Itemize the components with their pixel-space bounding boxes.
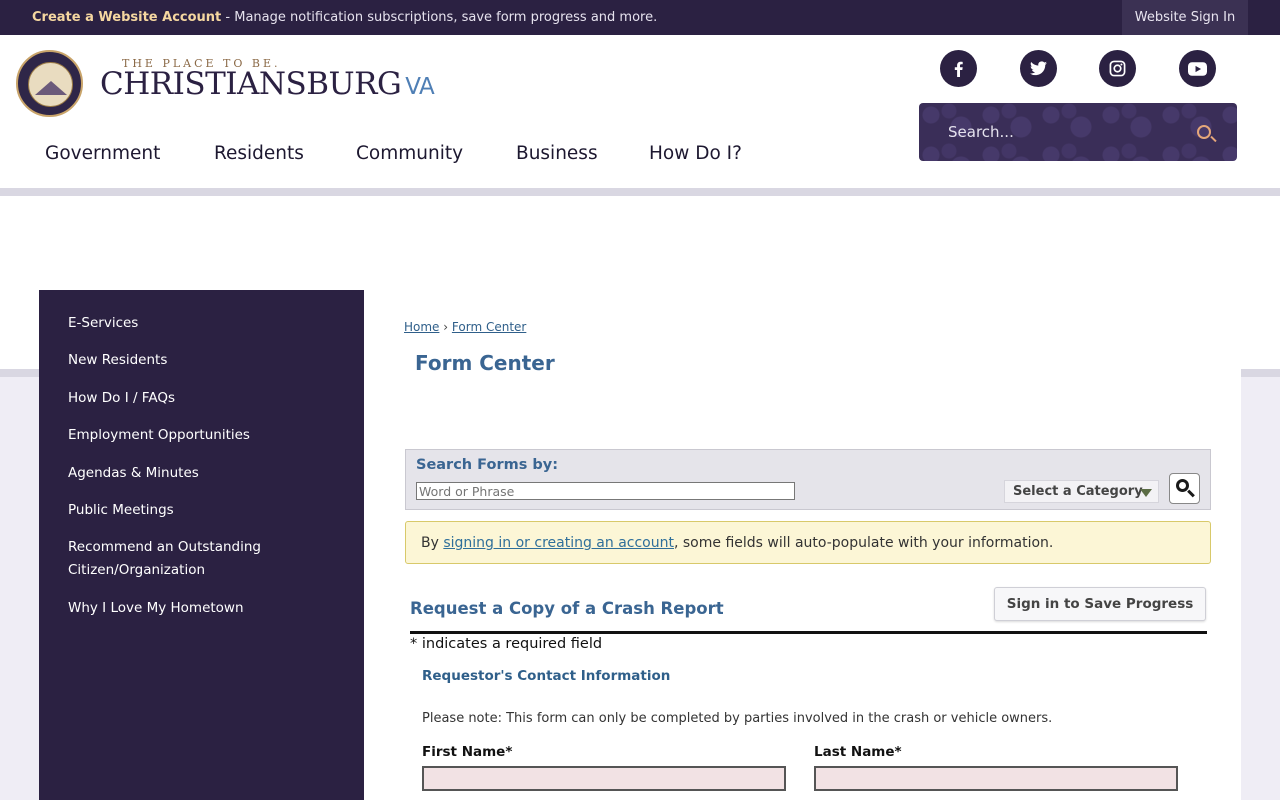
header-divider <box>0 188 1280 196</box>
nav-how-do-i[interactable]: How Do I? <box>649 143 742 164</box>
category-select[interactable]: Select a Category <box>1004 480 1159 503</box>
notice-suffix: , some fields will auto-populate with yo… <box>673 535 1054 551</box>
notice-prefix: By <box>421 535 444 551</box>
section-heading: Requestor's Contact Information <box>422 668 671 684</box>
nav-government[interactable]: Government <box>45 143 160 164</box>
form-note: Please note: This form can only be compl… <box>422 711 1053 726</box>
save-progress-button[interactable]: Sign in to Save Progress <box>994 587 1206 621</box>
twitter-icon[interactable] <box>1020 50 1057 87</box>
content-panel <box>364 369 1241 800</box>
sidebar-item-employment[interactable]: Employment Opportunities <box>68 424 288 447</box>
search-forms-panel: Search Forms by: Select a Category <box>405 449 1211 510</box>
account-message: Create a Website Account - Manage notifi… <box>32 10 657 25</box>
search-icon[interactable] <box>1197 125 1211 139</box>
account-description: - Manage notification subscriptions, sav… <box>221 10 658 25</box>
sidebar-item-recommend-citizen[interactable]: Recommend an Outstanding Citizen/Organiz… <box>68 536 268 582</box>
first-name-field[interactable] <box>422 766 786 791</box>
breadcrumb-separator: › <box>443 320 449 334</box>
site-search-box[interactable]: Search... <box>919 103 1237 161</box>
create-account-link[interactable]: Create a Website Account <box>32 10 221 25</box>
sidebar-item-new-residents[interactable]: New Residents <box>68 349 288 372</box>
breadcrumb: Home › Form Center <box>404 320 526 334</box>
sidebar-item-e-services[interactable]: E-Services <box>68 312 288 335</box>
sign-in-link[interactable]: signing in or creating an account <box>443 535 674 551</box>
sidebar-item-public-meetings[interactable]: Public Meetings <box>68 499 288 522</box>
site-brand[interactable]: CHRISTIANSBURG VA <box>100 66 435 102</box>
last-name-label: Last Name* <box>814 744 902 760</box>
required-note: * indicates a required field <box>410 636 603 652</box>
seal-center <box>28 62 73 107</box>
search-forms-input[interactable] <box>416 482 795 500</box>
top-bar: Create a Website Account - Manage notifi… <box>0 0 1280 35</box>
nav-community[interactable]: Community <box>356 143 463 164</box>
form-divider <box>410 631 1207 634</box>
nav-business[interactable]: Business <box>516 143 598 164</box>
sidebar-item-hometown[interactable]: Why I Love My Hometown <box>68 597 288 620</box>
facebook-icon[interactable] <box>940 50 977 87</box>
category-select-label: Select a Category <box>1013 484 1143 499</box>
page-title: Form Center <box>415 351 555 375</box>
site-search-input[interactable]: Search... <box>948 123 1014 141</box>
nav-residents[interactable]: Residents <box>214 143 304 164</box>
breadcrumb-home-link[interactable]: Home <box>404 320 439 334</box>
search-forms-button[interactable] <box>1169 473 1200 504</box>
search-icon-handle <box>1187 489 1195 498</box>
instagram-icon[interactable] <box>1099 50 1136 87</box>
brand-name: CHRISTIANSBURG <box>100 66 402 102</box>
youtube-icon[interactable] <box>1179 50 1216 87</box>
dropdown-arrow-icon <box>1140 489 1152 497</box>
sidebar-item-faqs[interactable]: How Do I / FAQs <box>68 387 288 410</box>
sidebar-item-agendas-minutes[interactable]: Agendas & Minutes <box>68 462 288 485</box>
first-name-label: First Name* <box>422 744 513 760</box>
brand-suffix: VA <box>405 74 435 100</box>
last-name-field[interactable] <box>814 766 1178 791</box>
breadcrumb-form-center-link[interactable]: Form Center <box>452 320 526 334</box>
sign-in-notice: By signing in or creating an account, so… <box>405 521 1211 564</box>
website-sign-in-button[interactable]: Website Sign In <box>1122 0 1248 35</box>
town-seal-logo[interactable] <box>16 50 83 117</box>
seal-mountain-icon <box>35 81 67 95</box>
form-title: Request a Copy of a Crash Report <box>410 599 724 618</box>
search-forms-label: Search Forms by: <box>416 457 559 473</box>
